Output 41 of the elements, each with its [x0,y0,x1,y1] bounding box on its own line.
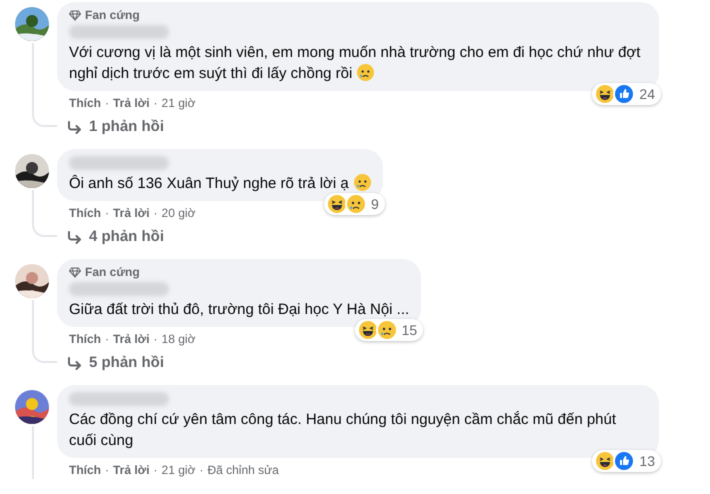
like-link[interactable]: Thích [69,461,101,479]
like-link[interactable]: Thích [69,204,101,222]
separator-dot: · [105,462,109,479]
comment-text: Các đồng chí cứ yên tâm công tác. Hanu chúng tôi nguyện cầm chắc mũ đến phút cuối cùng [69,410,618,451]
thread-line [32,190,57,237]
separator-dot: · [105,331,109,348]
reply-arrow-icon [67,356,82,370]
like-link[interactable]: Thích [69,94,101,112]
reply-arrow-icon [67,230,82,244]
view-replies-link[interactable]: 5 phản hồi [57,351,422,375]
reaction-count[interactable]: 24 [592,83,661,105]
view-replies-link[interactable]: 4 phản hồi [57,225,383,249]
view-replies-link[interactable]: 1 phản hồi [57,115,659,139]
timestamp: 18 giờ [162,331,196,348]
comment-text: Ôi anh số 136 Xuân Thuỷ nghe rõ trả lời ạ [69,173,371,194]
reply-link[interactable]: Trả lời [113,461,150,479]
comment-text: Giữa đất trời thủ đô, trường tôi Đại học Y Hà Nội ... [69,300,410,320]
reply-link[interactable]: Trả lời [113,94,150,112]
fan-label: Fan cứng [85,7,140,23]
diamond-icon [69,10,81,20]
timestamp: 21 giờ [162,95,196,112]
separator-dot: · [154,331,158,348]
reaction-count[interactable]: 9 [324,193,385,215]
separator-dot: · [105,205,109,222]
separator-dot: · [154,95,158,112]
separator-dot: · [199,462,204,479]
like-link[interactable]: Thích [69,330,101,348]
reply-link[interactable]: Trả lời [113,204,150,222]
timestamp: 21 giờ [162,462,196,479]
reply-arrow-icon [67,120,82,134]
edited-label: Đã chỉnh sửa [207,462,279,479]
separator-dot: · [154,205,158,222]
separator-dot: · [105,95,109,112]
diamond-icon [69,266,81,278]
reaction-count[interactable]: 13 [592,450,661,472]
reaction-count[interactable]: 15 [354,319,424,341]
reply-link[interactable]: Trả lời [113,330,150,348]
timestamp: 20 giờ [162,205,196,222]
fan-label: Fan cứng [85,264,140,280]
separator-dot: · [154,462,158,479]
comment-text: Với cương vị là một sinh viên, em mong muốn nhà trường cho em đi học chứ như đợt nghỉ dịch trước em suýt thì đi lấy chồng rồi [69,43,642,84]
